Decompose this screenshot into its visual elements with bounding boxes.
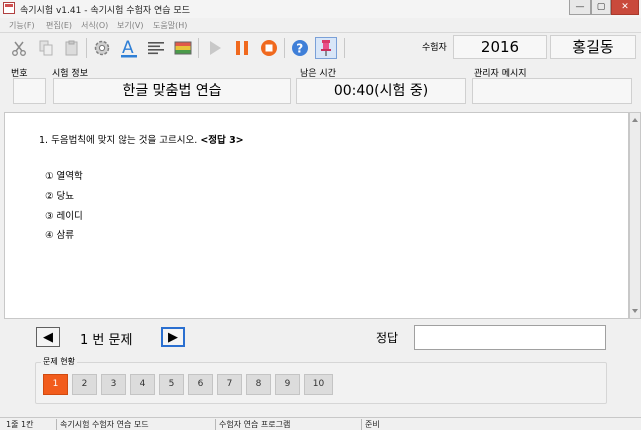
examinee-name: 홍길동: [550, 35, 636, 59]
question-button-1[interactable]: 1: [43, 374, 68, 395]
maximize-button[interactable]: ▢: [591, 0, 611, 15]
pause-icon[interactable]: [231, 37, 253, 59]
vertical-scrollbar[interactable]: [629, 112, 641, 319]
app-icon: [3, 2, 15, 14]
question-button-3[interactable]: 3: [101, 374, 126, 395]
remaining-time-box: 00:40(시험 중): [296, 78, 466, 104]
prev-question-button[interactable]: ◀: [36, 327, 60, 347]
color-palette-icon[interactable]: [172, 37, 194, 59]
answer-label: 정답: [376, 331, 399, 345]
toolbar-separator: [86, 38, 87, 58]
toolbar-separator: [344, 38, 345, 58]
option-4: ④ 삼류: [45, 230, 75, 241]
window-title: 속기시험 v1.41 - 속기시험 수험자 연습 모드: [20, 6, 190, 16]
copy-icon[interactable]: [35, 37, 57, 59]
question-button-2[interactable]: 2: [72, 374, 97, 395]
svg-text:?: ?: [296, 42, 303, 56]
question-button-10[interactable]: 10: [304, 374, 333, 395]
question-button-6[interactable]: 6: [188, 374, 213, 395]
font-color-icon[interactable]: A: [118, 37, 140, 59]
exam-info-box: 한글 맞춤법 연습: [53, 78, 291, 104]
admin-message-box: [472, 78, 632, 104]
toolbar-separator: [198, 38, 199, 58]
mode-text: 속기시험 수험자 연습 모드: [60, 420, 149, 429]
next-question-button[interactable]: ▶: [161, 327, 185, 347]
question-text: 1. 두음법칙에 맞지 않는 것을 고르시오.: [39, 135, 198, 146]
answer-input[interactable]: [414, 325, 606, 350]
scroll-down-icon[interactable]: [630, 306, 640, 316]
question-button-7[interactable]: 7: [217, 374, 242, 395]
menu-format[interactable]: 서식(O): [81, 20, 108, 31]
question-text-line: 1. 두음법칙에 맞지 않는 것을 고르시오. <정답 3>: [39, 132, 244, 146]
status-bar: 1줄 1칸 속기시험 수험자 연습 모드 수험자 연습 프로그램 준비: [0, 417, 641, 430]
align-icon[interactable]: [145, 37, 167, 59]
question-button-8[interactable]: 8: [246, 374, 271, 395]
program-text: 수험자 연습 프로그램: [219, 420, 291, 429]
question-button-4[interactable]: 4: [130, 374, 155, 395]
question-button-9[interactable]: 9: [275, 374, 300, 395]
stop-icon[interactable]: [258, 37, 280, 59]
question-status-label: 문제 현황: [41, 356, 77, 367]
status-divider: [215, 419, 216, 430]
cut-icon[interactable]: [8, 37, 30, 59]
pin-icon[interactable]: [315, 37, 337, 59]
menu-view[interactable]: 보기(V): [117, 20, 143, 31]
paste-icon[interactable]: [61, 37, 83, 59]
prev-arrow-icon: ◀: [43, 329, 53, 345]
menu-function[interactable]: 기능(F): [9, 20, 35, 31]
menu-help[interactable]: 도움말(H): [153, 20, 187, 31]
cursor-position: 1줄 1칸: [6, 420, 34, 429]
question-area[interactable]: 1. 두음법칙에 맞지 않는 것을 고르시오. <정답 3> ① 열역학 ② 당…: [4, 112, 629, 319]
answer-tag: <정답 3>: [200, 135, 244, 146]
menu-edit[interactable]: 편집(E): [46, 20, 72, 31]
play-icon[interactable]: [204, 37, 226, 59]
option-1: ① 열역학: [45, 171, 83, 182]
close-button[interactable]: ✕: [611, 0, 639, 15]
title-bar: 속기시험 v1.41 - 속기시험 수험자 연습 모드 — ▢ ✕: [0, 0, 641, 18]
status-divider: [361, 419, 362, 430]
option-3: ③ 레이디: [45, 211, 83, 222]
settings-icon[interactable]: [91, 37, 113, 59]
minimize-button[interactable]: —: [569, 0, 591, 15]
number-box: [13, 78, 46, 104]
option-2: ② 당뇨: [45, 191, 75, 202]
status-divider: [56, 419, 57, 430]
examinee-number: 2016: [453, 35, 547, 59]
question-button-5[interactable]: 5: [159, 374, 184, 395]
help-icon[interactable]: ?: [289, 37, 311, 59]
examinee-label: 수험자: [422, 43, 447, 53]
toolbar-separator: [284, 38, 285, 58]
ready-text: 준비: [365, 420, 380, 429]
menu-bar: 기능(F) 편집(E) 서식(O) 보기(V) 도움말(H): [0, 18, 641, 32]
next-arrow-icon: ▶: [168, 329, 178, 345]
question-number-label: 1 번 문제: [80, 333, 133, 348]
scroll-up-icon[interactable]: [630, 115, 640, 125]
